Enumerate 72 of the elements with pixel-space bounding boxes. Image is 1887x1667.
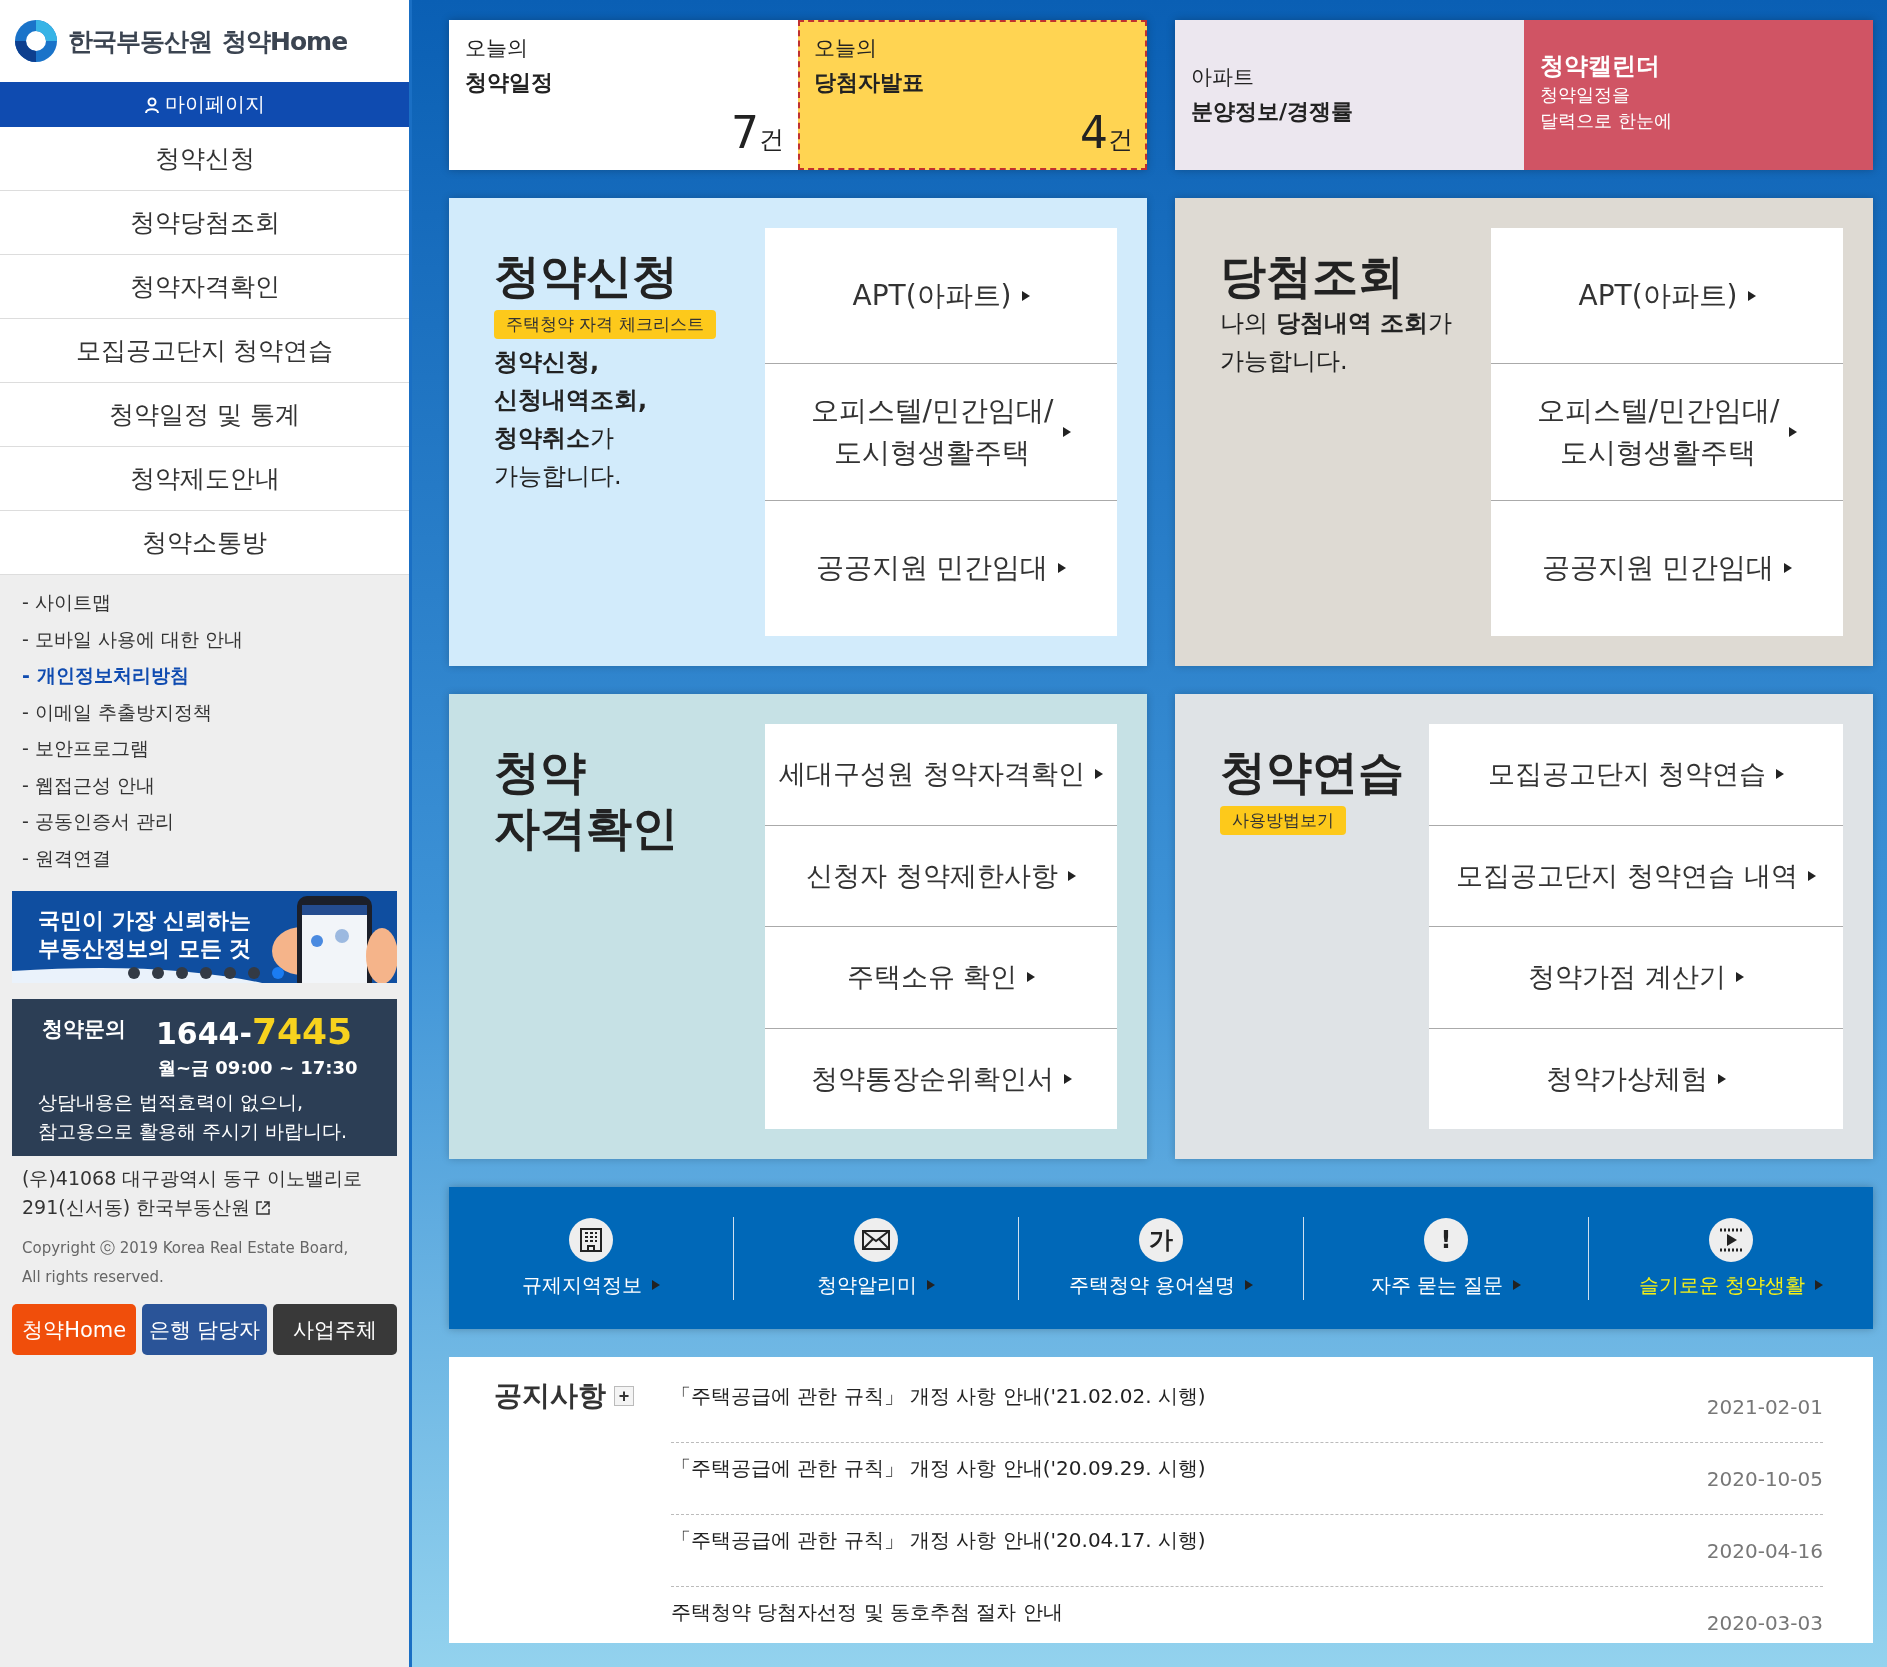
menu-item[interactable]: 청약당첨조회 bbox=[0, 191, 409, 255]
tile-kicker: 오늘의 bbox=[814, 35, 877, 62]
notice-link[interactable]: 「주택공급에 관한 규칙」 개정 사항 안내('20.04.17. 시행) bbox=[671, 1527, 1206, 1554]
site-button[interactable]: 청약Home bbox=[12, 1304, 137, 1355]
mypage-button[interactable]: 마이페이지 bbox=[0, 82, 409, 127]
tile-kicker: 아파트 bbox=[1191, 64, 1254, 91]
calendar-tile[interactable]: 청약캘린더 청약일정을 달력으로 한눈에 bbox=[1524, 20, 1873, 170]
footer-link[interactable]: - 원격연결 bbox=[22, 840, 111, 877]
card-title: 당첨조회 bbox=[1220, 248, 1404, 304]
notice-link[interactable]: 「주택공급에 관한 규칙」 개정 사항 안내('20.09.29. 시행) bbox=[671, 1455, 1206, 1482]
tile-count: 7 bbox=[731, 107, 759, 158]
tag-link[interactable]: 사용방법보기 bbox=[1220, 806, 1346, 835]
tile-title: 당첨자발표 bbox=[814, 69, 924, 97]
card-title: 청약신청 bbox=[494, 248, 678, 304]
address-text: 291(신서동) 한국부동산원 bbox=[22, 1195, 251, 1220]
address-text: (우)41068 대구광역시 동구 이노밸리로 bbox=[22, 1166, 364, 1191]
footer-link[interactable]: - 개인정보처리방침 bbox=[22, 658, 189, 695]
footer-link[interactable]: - 이메일 추출방지정책 bbox=[22, 694, 212, 731]
tile-title: 분양정보/경쟁률 bbox=[1191, 98, 1354, 126]
count-unit: 건 bbox=[759, 124, 784, 156]
banner-text: 부동산정보의 모든 것 bbox=[37, 935, 252, 963]
notice-date: 2020-04-16 bbox=[1706, 1538, 1823, 1563]
tile-text: 청약일정을 bbox=[1540, 83, 1630, 107]
tile-title: 청약일정 bbox=[465, 69, 553, 97]
menu-item[interactable]: 청약자격확인 bbox=[0, 255, 409, 319]
business-hours: 월~금 09:00 ~ 17:30 bbox=[158, 1056, 359, 1080]
notice-link[interactable]: 「주택공급에 관한 규칙」 개정 사항 안내('21.02.02. 시행) bbox=[671, 1383, 1206, 1410]
quick-link[interactable]: 청약알리미 bbox=[811, 1216, 941, 1300]
tile-text: 달력으로 한눈에 bbox=[1540, 109, 1672, 133]
footer-link[interactable]: - 보안프로그램 bbox=[22, 731, 149, 768]
stat-tile[interactable]: 오늘의 당첨자발표 4건 bbox=[798, 20, 1147, 170]
menu-item[interactable]: 청약소통방 bbox=[0, 511, 409, 575]
stat-tile[interactable]: 오늘의 청약일정 7건 bbox=[449, 20, 798, 170]
quick-link[interactable]: 슬기로운 청약생활 bbox=[1632, 1216, 1830, 1300]
circle-icon: ! bbox=[1424, 1217, 1468, 1262]
inquiry-label: 청약문의 bbox=[41, 1016, 126, 1043]
footer-link[interactable]: - 모바일 사용에 대한 안내 bbox=[22, 621, 243, 658]
banner-text: 국민이 가장 신뢰하는 bbox=[37, 907, 252, 935]
count-unit: 건 bbox=[1108, 124, 1133, 156]
logo-text[interactable]: 청약Home bbox=[222, 24, 348, 58]
menu-item[interactable]: 청약제도안내 bbox=[0, 447, 409, 511]
quick-link[interactable]: 규제지역정보 bbox=[516, 1216, 666, 1300]
card-description: 청약신청, 신청내역조회, 청약취소가 가능합니다. bbox=[494, 347, 648, 492]
quick-link[interactable]: 가 주택청약 용어설명 bbox=[1062, 1216, 1260, 1300]
tile-title: 청약캘린더 bbox=[1540, 51, 1660, 82]
notice-link[interactable]: 주택청약 당첨자선정 및 동호추첨 절차 안내 bbox=[671, 1599, 1063, 1626]
logo-text[interactable]: 한국부동산원 bbox=[68, 24, 212, 58]
card-title: 청약 자격확인 bbox=[494, 744, 678, 856]
footer-link[interactable]: - 사이트맵 bbox=[22, 585, 111, 622]
notice-date: 2021-02-01 bbox=[1706, 1394, 1823, 1419]
card-title: 청약연습 bbox=[1220, 744, 1404, 800]
circle-icon: 가 bbox=[1139, 1217, 1183, 1262]
notice-date: 2020-03-03 bbox=[1706, 1610, 1823, 1635]
footer-link[interactable]: - 웹접근성 안내 bbox=[22, 767, 155, 804]
quick-link[interactable]: ! 자주 묻는 질문 bbox=[1364, 1216, 1528, 1300]
site-button[interactable]: 은행 담당자 bbox=[142, 1304, 267, 1355]
tile-count: 4 bbox=[1080, 107, 1108, 158]
menu-item[interactable]: 모집공고단지 청약연습 bbox=[0, 319, 409, 383]
tag-link[interactable]: 주택청약 자격 체크리스트 bbox=[494, 310, 716, 339]
menu-item[interactable]: 청약신청 bbox=[0, 127, 409, 191]
menu-item[interactable]: 청약일정 및 통계 bbox=[0, 383, 409, 447]
more-button[interactable]: + bbox=[614, 1386, 634, 1406]
footer-link[interactable]: - 공동인증서 관리 bbox=[22, 804, 174, 841]
site-button[interactable]: 사업주체 bbox=[272, 1304, 397, 1355]
card-description: 나의 당첨내역 조회가 가능합니다. bbox=[1220, 308, 1452, 377]
inquiry-note: 상담내용은 법적효력이 없으니, 참고용으로 활용해 주시기 바랍니다. bbox=[38, 1090, 349, 1144]
phone-number: 1644-7445 bbox=[156, 1011, 353, 1052]
info-tile[interactable]: 아파트 분양정보/경쟁률 bbox=[1175, 20, 1524, 170]
tile-kicker: 오늘의 bbox=[465, 35, 528, 62]
section-title: 공지사항 bbox=[494, 1378, 606, 1414]
notice-date: 2020-10-05 bbox=[1706, 1466, 1823, 1491]
copyright-text: Copyright ⓒ 2019 Korea Real Estate Board, All rights reserved. bbox=[21, 1238, 350, 1288]
